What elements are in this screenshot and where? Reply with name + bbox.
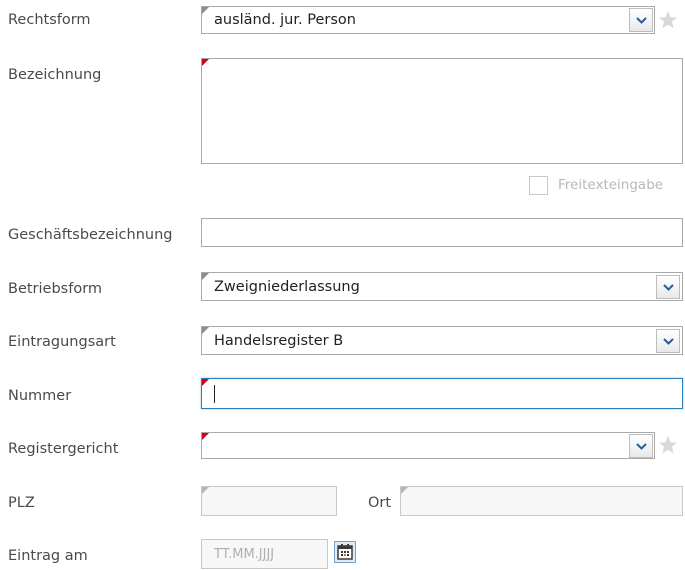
- star-icon[interactable]: [658, 10, 678, 30]
- freitext-checkbox[interactable]: [529, 176, 548, 195]
- plz-input[interactable]: [201, 486, 337, 516]
- registergericht-label: Registergericht: [8, 441, 119, 457]
- chevron-down-icon[interactable]: [656, 274, 680, 299]
- nummer-label: Nummer: [8, 388, 72, 404]
- ort-input[interactable]: [400, 486, 683, 516]
- geschaeftsbezeichnung-input[interactable]: [201, 218, 683, 247]
- plz-label: PLZ: [8, 495, 35, 511]
- chevron-down-icon[interactable]: [629, 8, 653, 32]
- registergericht-select[interactable]: [201, 432, 655, 459]
- text-caret: [214, 385, 215, 403]
- nummer-input[interactable]: [201, 378, 683, 409]
- freitext-label: Freitexteingabe: [558, 177, 664, 193]
- chevron-down-icon[interactable]: [629, 433, 653, 458]
- geschaeftsbezeichnung-label: Geschäftsbezeichnung: [8, 227, 173, 243]
- betriebsform-select[interactable]: Zweigniederlassung: [201, 272, 683, 301]
- calendar-icon[interactable]: [334, 541, 356, 563]
- star-icon[interactable]: [658, 435, 678, 455]
- rechtsform-label: Rechtsform: [8, 12, 91, 28]
- rechtsform-select[interactable]: ausländ. jur. Person: [201, 6, 655, 34]
- chevron-down-icon[interactable]: [656, 328, 680, 353]
- eintragungsart-select[interactable]: Handelsregister B: [201, 326, 683, 355]
- eintrag-am-placeholder: TT.MM.JJJJ: [214, 547, 275, 562]
- eintragungsart-value: Handelsregister B: [214, 333, 344, 349]
- betriebsform-value: Zweigniederlassung: [214, 279, 360, 295]
- eintragungsart-label: Eintragungsart: [8, 334, 116, 350]
- eintrag-am-input[interactable]: TT.MM.JJJJ: [201, 539, 328, 569]
- bezeichnung-label: Bezeichnung: [8, 67, 102, 83]
- betriebsform-label: Betriebsform: [8, 281, 103, 297]
- ort-label: Ort: [368, 495, 392, 511]
- rechtsform-value: ausländ. jur. Person: [214, 12, 356, 28]
- bezeichnung-textarea[interactable]: [201, 58, 683, 164]
- eintrag-am-label: Eintrag am: [8, 548, 88, 564]
